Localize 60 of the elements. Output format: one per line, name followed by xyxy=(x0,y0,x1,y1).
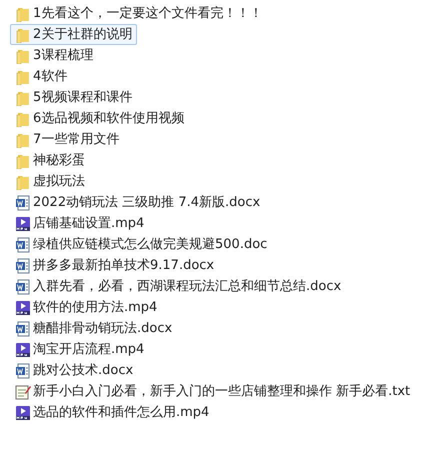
file-item[interactable]: 拼多多最新拍单技术9.17.docx xyxy=(10,255,220,276)
file-item[interactable]: 2关于社群的说明 xyxy=(10,24,138,45)
file-item[interactable]: 入群先看，必看，西湖课程玩法汇总和细节总结.docx xyxy=(10,276,346,297)
file-name: 软件的使用方法.mp4 xyxy=(33,301,158,314)
file-item[interactable]: 虚拟玩法 xyxy=(10,171,90,192)
file-item[interactable]: 软件的使用方法.mp4 xyxy=(10,297,162,318)
folder-icon xyxy=(15,90,31,106)
folder-icon xyxy=(15,6,31,22)
folder-icon xyxy=(15,48,31,64)
file-name: 跳对公技术.docx xyxy=(33,364,134,377)
video-file-icon xyxy=(15,404,31,420)
folder-icon xyxy=(15,174,31,190)
file-item[interactable]: 跳对公技术.docx xyxy=(10,360,138,381)
file-name: 神秘彩蛋 xyxy=(33,154,85,167)
file-name: 2关于社群的说明 xyxy=(33,28,132,41)
document-icon xyxy=(15,258,31,274)
file-name: 拼多多最新拍单技术9.17.docx xyxy=(33,259,214,272)
file-item[interactable]: 2022动销玩法 三级助推 7.4新版.docx xyxy=(10,192,266,213)
file-item[interactable]: 4软件 xyxy=(10,66,72,87)
file-item[interactable]: 1先看这个，一定要这个文件看完！！！ xyxy=(10,3,268,24)
file-item[interactable]: 糖醋排骨动销玩法.docx xyxy=(10,318,178,339)
folder-icon xyxy=(15,110,31,126)
video-file-icon xyxy=(15,300,31,316)
file-name: 糖醋排骨动销玩法.docx xyxy=(33,322,172,335)
file-name: 选品的软件和插件怎么用.mp4 xyxy=(33,406,210,419)
video-file-icon xyxy=(15,342,31,358)
file-item[interactable]: 新手小白入门必看，新手入门的一些店铺整理和操作 新手必看.txt xyxy=(10,381,416,402)
document-icon xyxy=(15,278,31,294)
file-name: 绿植供应链模式怎么做完美规避500.doc xyxy=(33,238,268,251)
file-item[interactable]: 7一些常用文件 xyxy=(10,129,124,150)
document-icon xyxy=(15,320,31,336)
file-item[interactable]: 绿植供应链模式怎么做完美规避500.doc xyxy=(10,234,272,255)
document-icon xyxy=(15,362,31,378)
file-item[interactable]: 6选品视频和软件使用视频 xyxy=(10,108,190,129)
file-name: 6选品视频和软件使用视频 xyxy=(33,112,184,125)
file-name: 2022动销玩法 三级助推 7.4新版.docx xyxy=(33,196,260,209)
file-name: 淘宝开店流程.mp4 xyxy=(33,343,144,356)
notepad-icon xyxy=(15,384,31,400)
document-icon xyxy=(15,236,31,252)
document-icon xyxy=(15,194,31,210)
file-item[interactable]: 5视频课程和课件 xyxy=(10,87,138,108)
file-name: 4软件 xyxy=(33,70,68,83)
file-item[interactable]: 神秘彩蛋 xyxy=(10,150,90,171)
folder-icon xyxy=(15,152,31,168)
file-name: 7一些常用文件 xyxy=(33,133,120,146)
file-item[interactable]: 3课程梳理 xyxy=(10,45,98,66)
file-name: 新手小白入门必看，新手入门的一些店铺整理和操作 新手必看.txt xyxy=(33,385,410,398)
file-name: 店铺基础设置.mp4 xyxy=(33,217,144,230)
file-name: 5视频课程和课件 xyxy=(33,91,132,104)
file-name: 入群先看，必看，西湖课程玩法汇总和细节总结.docx xyxy=(33,280,342,293)
folder-icon xyxy=(15,68,31,84)
folder-icon xyxy=(15,132,31,148)
video-file-icon xyxy=(15,216,31,232)
file-item[interactable]: 选品的软件和插件怎么用.mp4 xyxy=(10,402,214,423)
file-item[interactable]: 淘宝开店流程.mp4 xyxy=(10,339,150,360)
folder-icon xyxy=(15,26,31,42)
file-item[interactable]: 店铺基础设置.mp4 xyxy=(10,213,150,234)
file-name: 虚拟玩法 xyxy=(33,175,85,188)
file-name: 1先看这个，一定要这个文件看完！！！ xyxy=(33,7,262,20)
file-name: 3课程梳理 xyxy=(33,49,94,62)
